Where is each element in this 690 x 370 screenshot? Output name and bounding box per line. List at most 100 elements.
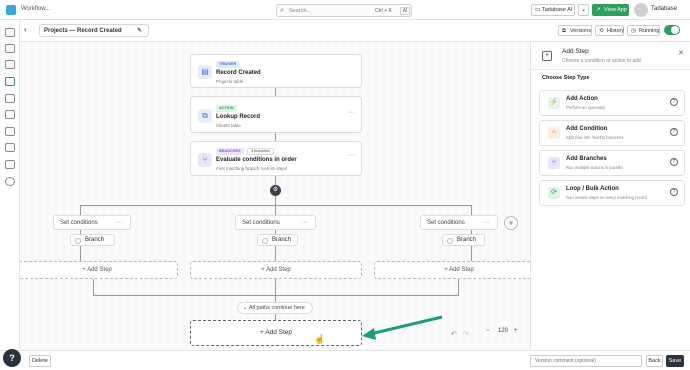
workflow-icon[interactable]	[5, 77, 15, 86]
trigger-subtitle: Projects table	[216, 79, 244, 84]
toggle-knob	[671, 26, 679, 34]
rules-icon[interactable]	[5, 143, 15, 152]
database-icon[interactable]	[5, 28, 15, 37]
branches-icon: ⑂	[548, 157, 560, 169]
action-subtitle: Clients table	[216, 123, 241, 128]
help-icon[interactable]: ?	[670, 98, 678, 106]
branch-2[interactable]: Branch	[257, 234, 298, 246]
running-toggle[interactable]	[664, 25, 680, 35]
connector	[275, 88, 276, 96]
step-type-add-branches[interactable]: ⑂ Add Branches Run multiple actions in p…	[539, 150, 685, 176]
view-app-label: View App	[604, 7, 627, 13]
bottom-bar: Delete Back Save	[0, 350, 690, 370]
save-button[interactable]: Save	[666, 355, 684, 367]
back-button[interactable]: Back	[646, 355, 663, 367]
add-step-2[interactable]: + Add Step	[190, 261, 362, 279]
more-icon[interactable]: ···	[348, 109, 355, 116]
redo-icon[interactable]: ↷	[463, 330, 469, 338]
more-icon[interactable]: ···	[483, 216, 490, 230]
help-icon[interactable]: ?	[670, 188, 678, 196]
add-step-label: Add Step	[449, 267, 474, 273]
workflow-title-field[interactable]: Projects — Record Created ✎	[39, 24, 149, 37]
zoom-out-button[interactable]: −	[486, 328, 490, 334]
app-logo-icon[interactable]	[6, 5, 16, 15]
zoom-value: 120	[498, 328, 509, 334]
branch-label: Branch	[85, 237, 105, 243]
running-icon: ◷	[631, 28, 636, 34]
settings-icon[interactable]	[5, 177, 15, 186]
section-title: Choose Step Type	[542, 75, 590, 81]
chevron-left-icon[interactable]: ‹	[24, 25, 27, 34]
version-comment-input[interactable]	[530, 355, 642, 367]
more-icon[interactable]: ···	[301, 216, 308, 230]
step-type-add-condition[interactable]: ⑃ Add Condition Split flow into Yes/No b…	[539, 120, 685, 146]
trigger-card[interactable]: ▤ Trigger Record Created Projects table	[190, 54, 362, 88]
search-ai-button[interactable]: AI	[400, 7, 410, 15]
help-button[interactable]: ?	[3, 349, 21, 367]
chevron-down-icon[interactable]: ⌄	[578, 4, 589, 16]
final-add-step-button[interactable]: + Add Step	[190, 320, 362, 346]
add-step-3[interactable]: + Add Step	[374, 261, 530, 279]
help-icon[interactable]: ?	[670, 158, 678, 166]
running-button[interactable]: Running ◷	[627, 25, 660, 36]
add-step-1[interactable]: + Add Step	[20, 261, 178, 279]
calendar-icon: ▤	[198, 65, 212, 79]
plugin-icon[interactable]	[5, 160, 15, 169]
history-button[interactable]: History ⟲	[595, 25, 624, 36]
pages-icon[interactable]	[5, 94, 15, 103]
trigger-tag: Trigger	[216, 61, 240, 68]
gear-icon[interactable]: ⚙	[270, 185, 281, 196]
view-app-button[interactable]: ↗ View App	[592, 4, 629, 16]
undo-icon[interactable]: ↶	[451, 330, 457, 338]
action-card[interactable]: ⧉ Action Lookup Record Clients table ···	[190, 96, 362, 133]
delete-button[interactable]: Delete	[29, 355, 51, 367]
branches-tag: Branches	[216, 148, 244, 155]
workflow-canvas[interactable]: ▤ Trigger Record Created Projects table …	[20, 42, 530, 350]
running-label: Running	[639, 28, 660, 34]
more-icon[interactable]: ···	[116, 216, 123, 230]
breadcrumb[interactable]: Workflow...	[21, 6, 50, 12]
split-icon: ⑃	[548, 127, 560, 139]
branch-dot-icon	[75, 238, 81, 244]
workflow-title: Projects — Record Created	[44, 28, 122, 34]
search-input[interactable]: ⌕ Search... Ctrl + K AI	[276, 4, 412, 17]
add-box-icon: +	[542, 51, 552, 61]
branches-card[interactable]: ⑂ Branches 3 branches Evaluate condition…	[190, 141, 362, 176]
branch-dot-icon	[447, 238, 453, 244]
step-type-desc: Run nested steps on every matching recor…	[566, 195, 648, 200]
share-icon[interactable]	[5, 127, 15, 136]
tadabase-ai-button[interactable]: ▭ Tadabase AI	[531, 4, 575, 16]
add-step-panel: + Add Step Choose a condition or action …	[530, 42, 690, 350]
user-name[interactable]: Tadabase	[651, 6, 677, 12]
table-icon[interactable]	[5, 60, 15, 69]
step-type-title: Add Branches	[566, 156, 607, 162]
branch-1[interactable]: Branch	[70, 234, 115, 246]
add-step-label: Add Step	[266, 267, 291, 273]
set-conditions-1[interactable]: Set conditions ···	[53, 215, 131, 230]
monitor-icon: ▭	[535, 7, 541, 13]
final-add-step-label: Add Step	[265, 329, 292, 336]
action-tag: Action	[216, 105, 237, 112]
close-icon[interactable]: ✕	[678, 49, 684, 57]
add-branch-button[interactable]: +	[504, 216, 518, 230]
zoom-in-button[interactable]: +	[514, 328, 518, 334]
set-conditions-2[interactable]: Set conditions ···	[235, 215, 316, 230]
pencil-icon[interactable]: ✎	[137, 25, 142, 37]
help-icon[interactable]: ?	[670, 128, 678, 136]
step-type-add-action[interactable]: ⚡ Add Action Perform an operation ?	[539, 90, 685, 116]
page-icon[interactable]	[5, 44, 15, 53]
branches-count: 3 branches	[247, 148, 274, 155]
loop-icon: ⟳	[548, 187, 560, 199]
layout-icon[interactable]	[5, 110, 15, 119]
step-type-loop[interactable]: ⟳ Loop / Bulk Action Run nested steps on…	[539, 180, 685, 206]
more-icon[interactable]: ···	[348, 152, 355, 159]
external-link-icon: ↗	[596, 7, 601, 13]
avatar[interactable]	[634, 3, 648, 17]
action-title: Lookup Record	[216, 114, 261, 120]
connector	[275, 246, 276, 261]
set-conditions-3[interactable]: Set conditions ···	[420, 215, 498, 230]
merge-label: ⌄ All paths continue here	[237, 302, 313, 314]
connector	[80, 246, 81, 261]
versions-button[interactable]: Versions ⧉	[558, 25, 592, 36]
branch-3[interactable]: Branch	[442, 234, 485, 246]
